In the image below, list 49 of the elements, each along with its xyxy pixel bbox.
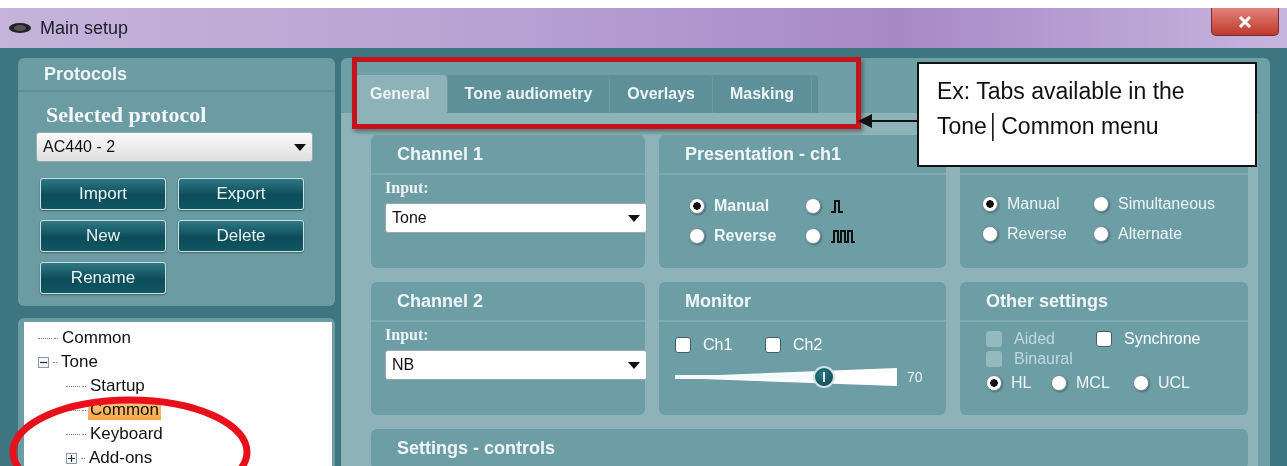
close-icon: [1238, 15, 1252, 28]
panel-title: Channel 1: [371, 135, 645, 175]
tree-item[interactable]: Tone: [59, 352, 100, 372]
expand-icon[interactable]: [66, 452, 77, 464]
radio-option[interactable]: Reverse: [982, 225, 1093, 243]
radio-option[interactable]: MCL: [1051, 374, 1133, 392]
selected-protocol-label: Selected protocol: [45, 102, 208, 128]
tree-item[interactable]: Common: [60, 328, 133, 348]
single-pulse-icon: [830, 199, 844, 213]
panel-title: Monitor: [659, 282, 946, 322]
collapse-icon[interactable]: [38, 356, 49, 368]
input-label: Input:: [385, 179, 430, 197]
protocol-button[interactable]: Import: [40, 178, 166, 210]
protocol-button[interactable]: New: [40, 220, 166, 252]
app-logo-icon: [8, 22, 32, 34]
radio-option[interactable]: Simultaneous: [1093, 195, 1234, 213]
close-button[interactable]: [1211, 8, 1279, 36]
tree-item[interactable]: Keyboard: [88, 424, 165, 444]
callout-note: Ex: Tabs available in the Tone│Common menu: [917, 62, 1257, 167]
radio-option[interactable]: Manual: [689, 197, 805, 215]
input-label: Input:: [385, 326, 430, 344]
tree-item[interactable]: Add-ons: [87, 448, 155, 466]
dropdown-caret-icon: [628, 361, 640, 369]
checkbox-option[interactable]: Ch2: [765, 336, 932, 354]
radio-option[interactable]: Alternate: [1093, 225, 1234, 243]
protocol-button[interactable]: Export: [178, 178, 304, 210]
input-dropdown[interactable]: NB: [385, 350, 647, 380]
input-dropdown[interactable]: Tone: [385, 203, 647, 233]
radio-option[interactable]: Manual: [982, 195, 1093, 213]
radio-option[interactable]: Reverse: [689, 227, 805, 245]
panel-title: Other settings: [960, 282, 1248, 322]
slider-value: 70: [907, 369, 923, 385]
pulse-train-icon: [830, 229, 858, 243]
dropdown-caret-icon: [294, 143, 306, 151]
dropdown-caret-icon: [628, 214, 640, 222]
checkbox-option[interactable]: Ch1: [675, 336, 765, 354]
protocol-dropdown[interactable]: AC440 - 2: [36, 132, 313, 162]
radio-option[interactable]: UCL: [1133, 374, 1234, 392]
slider-thumb[interactable]: [812, 366, 835, 388]
panel-title: Settings - controls: [371, 429, 1248, 466]
protocol-button[interactable]: Delete: [178, 220, 304, 252]
radio-option[interactable]: HL: [986, 374, 1051, 392]
window-title: Main setup: [40, 17, 129, 39]
protocol-button[interactable]: Rename: [40, 262, 166, 294]
panel-title: Protocols: [18, 58, 335, 92]
checkbox-option[interactable]: Synchrone: [1096, 330, 1234, 348]
panel-title: Channel 2: [371, 282, 645, 322]
callout-arrow: [858, 113, 918, 129]
tree-item[interactable]: Startup: [88, 376, 147, 396]
